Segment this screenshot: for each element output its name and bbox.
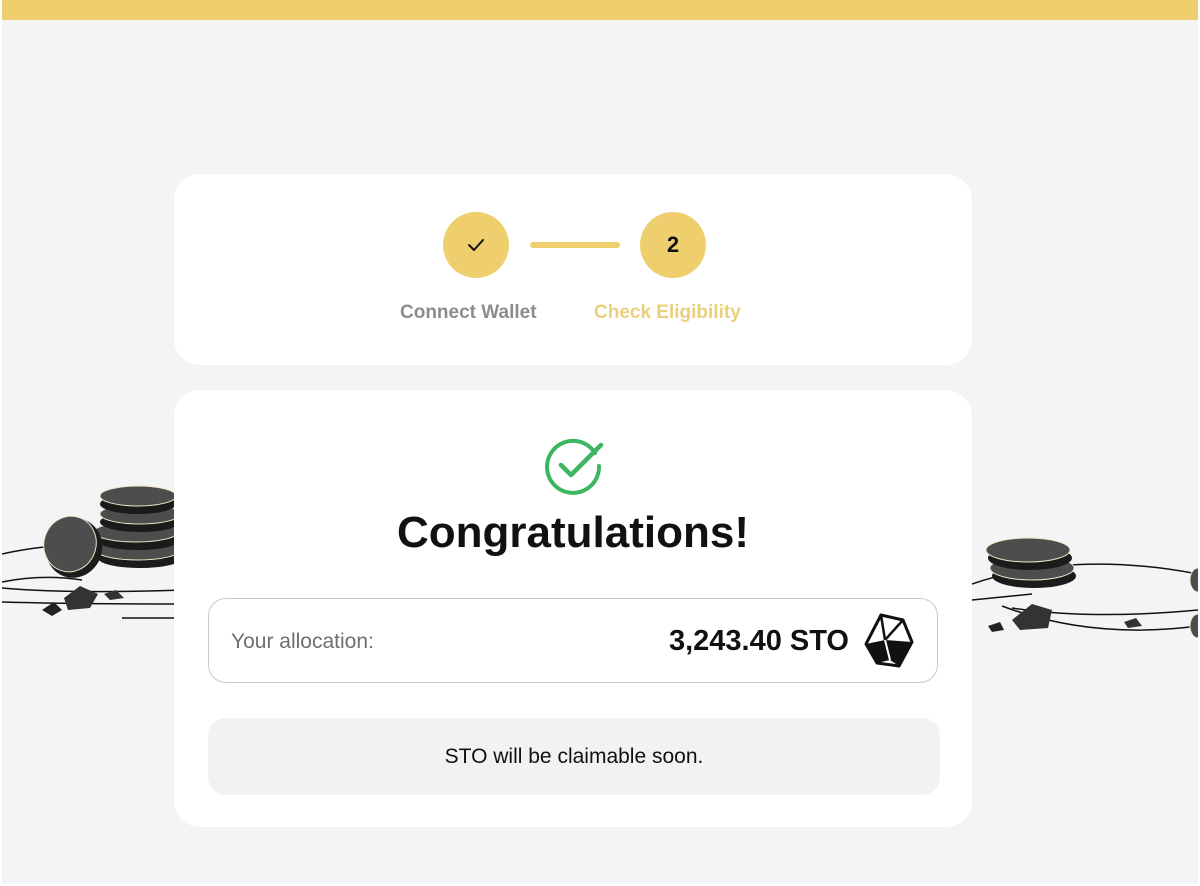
- result-card: Congratulations! Your allocation: 3,243.…: [174, 390, 972, 827]
- step-2-label: Check Eligibility: [594, 302, 741, 323]
- stepper-card: 2 Connect Wallet Check Eligibility: [174, 174, 972, 365]
- coins-illustration-right: [972, 537, 1198, 639]
- sto-token-icon: [864, 613, 914, 668]
- top-accent-bar: [2, 0, 1198, 20]
- step-1-indicator: [443, 212, 509, 278]
- allocation-box: Your allocation: 3,243.40 STO: [208, 598, 938, 683]
- allocation-label: Your allocation:: [231, 630, 374, 653]
- congratulations-title: Congratulations!: [397, 508, 749, 557]
- claim-notice: STO will be claimable soon.: [208, 718, 940, 795]
- check-icon: [468, 239, 484, 251]
- check-circle-icon: [545, 438, 604, 495]
- claim-notice-text: STO will be claimable soon.: [444, 745, 704, 768]
- step-connector: [530, 242, 620, 248]
- step-2-number: 2: [666, 232, 680, 257]
- step-1-label: Connect Wallet: [400, 302, 537, 323]
- page-background: 2 Connect Wallet Check Eligibility Congr…: [2, 0, 1198, 884]
- allocation-value: 3,243.40 STO: [668, 625, 849, 657]
- coins-illustration-left: [2, 485, 182, 619]
- step-2-indicator: 2: [640, 212, 706, 278]
